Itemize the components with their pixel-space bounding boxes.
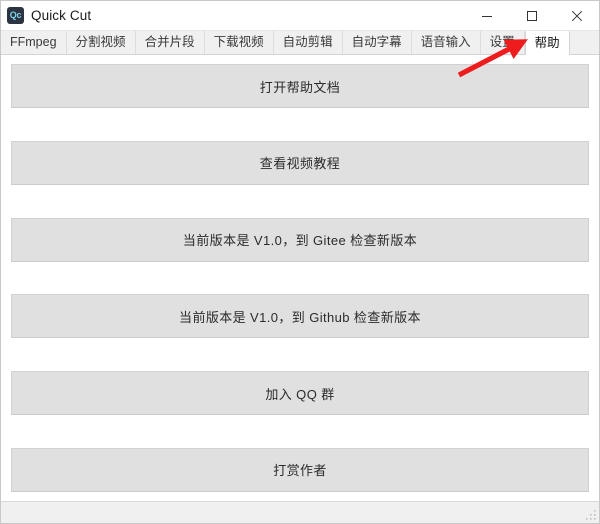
check-update-gitee-button[interactable]: 当前版本是 V1.0，到 Gitee 检查新版本	[11, 217, 589, 262]
tab-auto-edit[interactable]: 自动剪辑	[273, 31, 343, 54]
window-controls	[464, 1, 599, 30]
app-icon-quick-cut: Qc	[7, 7, 24, 24]
close-button[interactable]	[554, 1, 599, 30]
tab-voice-input[interactable]: 语音输入	[411, 31, 481, 54]
status-bar	[1, 501, 599, 523]
tab-bar: FFmpeg 分割视频 合并片段 下载视频 自动剪辑 自动字幕 语音输入 设置 …	[1, 31, 599, 55]
application-window: Qc Quick Cut FFmpeg 分割视频 合并片段 下载视频 自动剪辑 …	[0, 0, 600, 524]
window-title: Quick Cut	[31, 8, 92, 23]
check-update-github-button[interactable]: 当前版本是 V1.0，到 Github 检查新版本	[11, 294, 589, 339]
tab-bar-filler	[569, 31, 599, 54]
title-bar: Qc Quick Cut	[1, 1, 599, 31]
tab-split-video[interactable]: 分割视频	[66, 31, 136, 54]
view-video-tutorial-button[interactable]: 查看视频教程	[11, 140, 589, 185]
tab-settings[interactable]: 设置	[480, 31, 525, 54]
maximize-button[interactable]	[509, 1, 554, 30]
close-icon	[571, 10, 582, 21]
open-help-doc-button[interactable]: 打开帮助文档	[11, 64, 589, 108]
donate-author-button[interactable]: 打赏作者	[11, 447, 589, 492]
tab-help[interactable]: 帮助	[524, 31, 570, 55]
help-panel: 打开帮助文档 查看视频教程 当前版本是 V1.0，到 Gitee 检查新版本 当…	[1, 55, 599, 501]
tab-auto-subtitle[interactable]: 自动字幕	[342, 31, 412, 54]
minimize-button[interactable]	[464, 1, 509, 30]
maximize-icon	[526, 10, 537, 21]
tab-download-video[interactable]: 下载视频	[204, 31, 274, 54]
join-qq-group-button[interactable]: 加入 QQ 群	[11, 371, 589, 416]
resize-grip[interactable]	[585, 509, 597, 521]
minimize-icon	[481, 15, 492, 17]
tab-ffmpeg[interactable]: FFmpeg	[1, 31, 67, 54]
tab-merge-clips[interactable]: 合并片段	[135, 31, 205, 54]
